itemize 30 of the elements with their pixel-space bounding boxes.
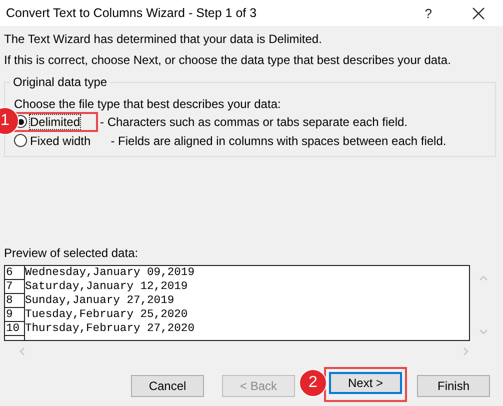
row-number: 7 (5, 280, 25, 294)
row-number: 10 (5, 322, 25, 336)
preview-row: Thursday,February 27,2020 (25, 322, 194, 336)
intro-text: If this is correct, choose Next, or choose the data type that best describes your data. (4, 52, 452, 69)
preview-row: Saturday,January 12,2019 (25, 280, 188, 294)
scroll-right-icon[interactable] (463, 347, 469, 356)
scroll-left-icon[interactable] (19, 347, 25, 356)
close-icon[interactable] (472, 6, 485, 20)
callout-badge: 2 (299, 369, 327, 397)
group-legend: Original data type (10, 75, 110, 89)
option-description: - Fields are aligned in columns with spaces between each field. (110, 134, 446, 148)
preview-row: Sunday,January 27,2019 (25, 294, 174, 308)
preview-label: Preview of selected data: (4, 245, 140, 261)
row-number: 6 (5, 266, 25, 280)
row-number: 9 (5, 308, 25, 322)
help-button[interactable]: ? (424, 6, 432, 20)
dialog-button[interactable]: Cancel (131, 375, 204, 397)
window-title: Convert Text to Columns Wizard - Step 1 of 3 (6, 6, 258, 20)
scroll-up-icon[interactable] (478, 275, 488, 281)
intro-text: The Text Wizard has determined that your data is Delimited. (4, 31, 323, 48)
dialog-button[interactable]: Finish (417, 375, 490, 397)
callout-badge: 1 (0, 107, 19, 135)
radio-button[interactable] (14, 134, 27, 147)
preview-row: Tuesday,February 25,2020 (25, 308, 188, 322)
preview-row: Wednesday,January 09,2019 (25, 266, 194, 280)
option-label[interactable]: Fixed width (30, 134, 91, 148)
option-description: - Characters such as commas or tabs separate each field. (100, 114, 408, 128)
scroll-down-icon[interactable] (478, 329, 488, 335)
dialog-button[interactable]: Next > (329, 372, 402, 394)
row-number: 8 (5, 294, 25, 308)
